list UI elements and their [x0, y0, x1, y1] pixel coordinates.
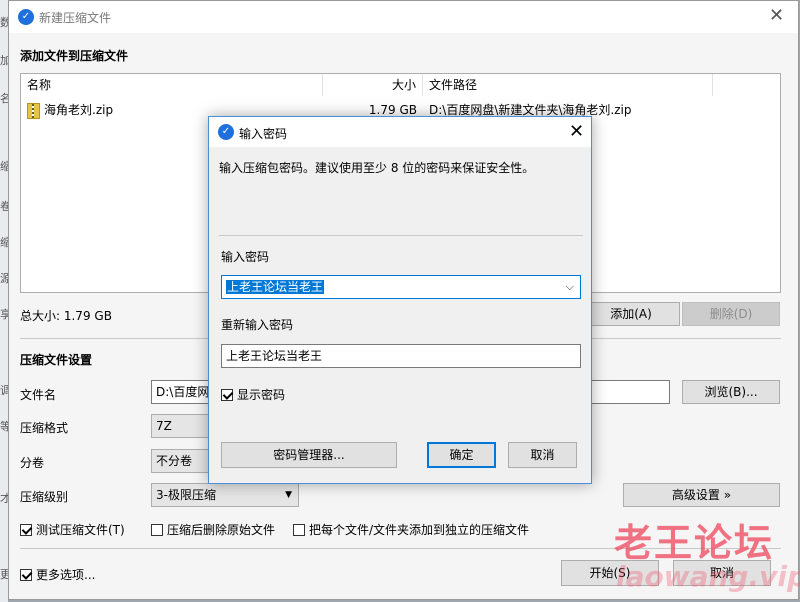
split-label: 分卷 [20, 456, 45, 470]
column-header-path[interactable]: 文件路径 [423, 74, 713, 96]
background-window-strip: 数 加 名 缩 卷 缩 源 享 调 等 才 更 [0, 0, 8, 602]
ok-button[interactable]: 确定 [427, 442, 496, 468]
password-label: 输入密码 [221, 250, 270, 264]
reenter-password-input[interactable]: 上老王论坛当老王 [221, 344, 581, 368]
dialog-logo-icon: ✓ [218, 124, 234, 140]
test-archive-checkbox[interactable] [20, 523, 32, 536]
filename-label: 文件名 [20, 388, 57, 402]
chevron-down-icon[interactable]: ⌵ [566, 276, 574, 298]
level-label: 压缩级别 [20, 490, 69, 504]
show-password-checkbox[interactable] [221, 388, 233, 401]
password-value: 上老王论坛当老王 [226, 280, 325, 294]
separate-archives-checkbox[interactable] [293, 523, 305, 536]
bg-fragment: 源 [0, 272, 8, 285]
more-options-label: 更多选项... [36, 568, 96, 582]
add-button[interactable]: 添加(A) [582, 302, 680, 326]
advanced-settings-button[interactable]: 高级设置 » [623, 483, 780, 507]
browse-button[interactable]: 浏览(B)... [682, 380, 780, 404]
dialog-divider [219, 235, 583, 236]
main-close-icon[interactable]: ✕ [769, 7, 784, 25]
bg-fragment: 缩 [0, 236, 8, 249]
password-manager-button[interactable]: 密码管理器... [221, 442, 397, 468]
dialog-title: 输入密码 [239, 127, 288, 141]
test-archive-option[interactable]: 测试压缩文件(T) [20, 521, 125, 538]
main-title-bar[interactable]: ✓ 新建压缩文件 ✕ [9, 1, 798, 33]
column-header-name[interactable]: 名称 [21, 74, 323, 96]
bg-fragment: 加 [0, 54, 8, 67]
show-password-option[interactable]: 显示密码 [221, 386, 285, 403]
delete-source-option[interactable]: 压缩后删除原始文件 [151, 521, 275, 538]
bg-fragment: 等 [0, 420, 8, 433]
dialog-close-icon[interactable]: ✕ [569, 123, 584, 141]
bg-fragment: 更 [0, 568, 8, 581]
dialog-description: 输入压缩包密码。建议使用至少 8 位的密码来保证安全性。 [219, 161, 535, 175]
password-dialog: ✓ 输入密码 ✕ 输入压缩包密码。建议使用至少 8 位的密码来保证安全性。 输入… [208, 116, 592, 484]
more-options-option[interactable]: 更多选项... [20, 566, 95, 583]
level-select[interactable]: 3-极限压缩 ▼ [151, 483, 299, 507]
bg-fragment: 调 [0, 384, 8, 397]
bg-fragment: 数 [0, 16, 8, 29]
separate-archives-label: 把每个文件/文件夹添加到独立的压缩文件 [309, 523, 530, 537]
bg-fragment: 卷 [0, 200, 8, 213]
zip-file-icon [27, 102, 40, 119]
column-header-empty [713, 74, 780, 96]
app-logo-icon: ✓ [18, 9, 34, 25]
bg-fragment: 名 [0, 92, 8, 105]
bg-fragment: 才 [0, 492, 8, 505]
level-value: 3-极限压缩 [156, 488, 216, 502]
show-password-label: 显示密码 [237, 388, 286, 402]
format-label: 压缩格式 [20, 421, 69, 435]
column-header-size[interactable]: 大小 [323, 74, 423, 96]
chevron-down-icon: ▼ [285, 490, 292, 500]
test-archive-label: 测试压缩文件(T) [36, 523, 125, 537]
file-name-cell: 海角老刘.zip [44, 103, 114, 117]
separate-archives-option[interactable]: 把每个文件/文件夹添加到独立的压缩文件 [293, 521, 529, 538]
dialog-cancel-button[interactable]: 取消 [508, 442, 577, 468]
archive-settings-heading: 压缩文件设置 [20, 353, 93, 367]
main-window-title: 新建压缩文件 [39, 11, 112, 25]
password-input[interactable]: 上老王论坛当老王 ⌵ [221, 275, 581, 299]
watermark-url: laowang.vip [616, 560, 800, 593]
total-size-label: 总大小: 1.79 GB [20, 309, 112, 323]
delete-button[interactable]: 删除(D) [682, 302, 780, 326]
delete-source-checkbox[interactable] [151, 523, 163, 536]
reenter-password-label: 重新输入密码 [221, 318, 294, 332]
watermark-title: 老王论坛 [614, 521, 775, 565]
delete-source-label: 压缩后删除原始文件 [167, 523, 276, 537]
dialog-title-bar[interactable]: ✓ 输入密码 ✕ [209, 117, 591, 147]
bg-fragment: 享 [0, 308, 8, 321]
more-options-checkbox[interactable] [20, 568, 32, 581]
bg-fragment: 缩 [0, 160, 8, 173]
add-files-heading: 添加文件到压缩文件 [20, 49, 129, 63]
